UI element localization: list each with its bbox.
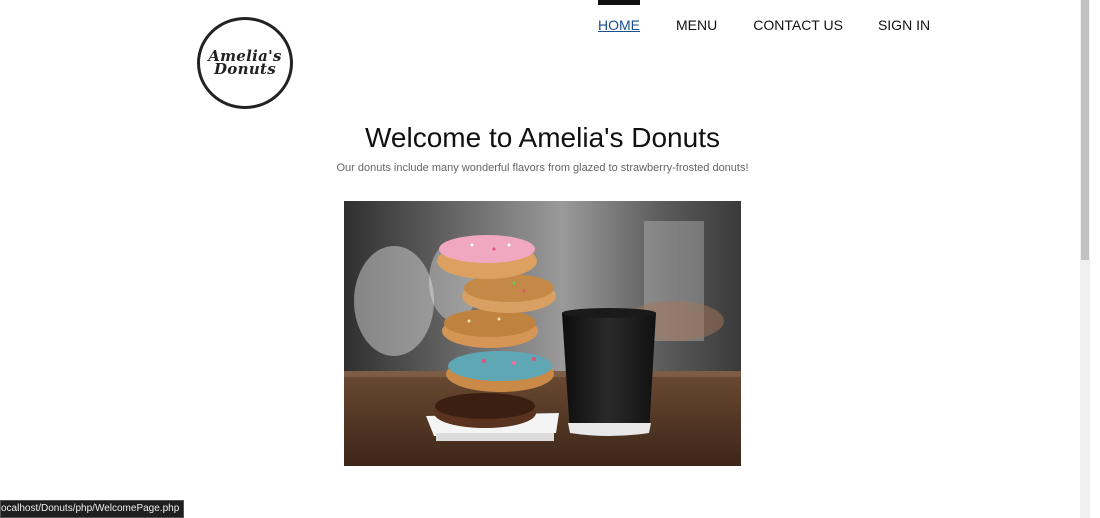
nav-contact-us[interactable]: CONTACT US: [753, 0, 843, 33]
vertical-scrollbar[interactable]: [1080, 0, 1090, 518]
page-subtitle: Our donuts include many wonderful flavor…: [336, 162, 749, 174]
page: Amelia's Donuts HOME MENU CONTACT US SIG…: [0, 0, 1090, 518]
donut-stack-photo: [344, 201, 741, 466]
scrollbar-thumb[interactable]: [1081, 0, 1089, 260]
main-nav: HOME MENU CONTACT US SIGN IN: [598, 0, 930, 33]
logo[interactable]: Amelia's Donuts: [197, 17, 293, 109]
nav-home[interactable]: HOME: [598, 0, 640, 33]
hero-image: [344, 201, 741, 466]
status-bar-url: ocalhost/Donuts/php/WelcomePage.php: [0, 500, 185, 518]
logo-line2: Donuts: [214, 60, 276, 78]
nav-menu[interactable]: MENU: [676, 0, 717, 33]
nav-sign-in[interactable]: SIGN IN: [878, 0, 930, 33]
page-title: Welcome to Amelia's Donuts: [365, 122, 720, 153]
